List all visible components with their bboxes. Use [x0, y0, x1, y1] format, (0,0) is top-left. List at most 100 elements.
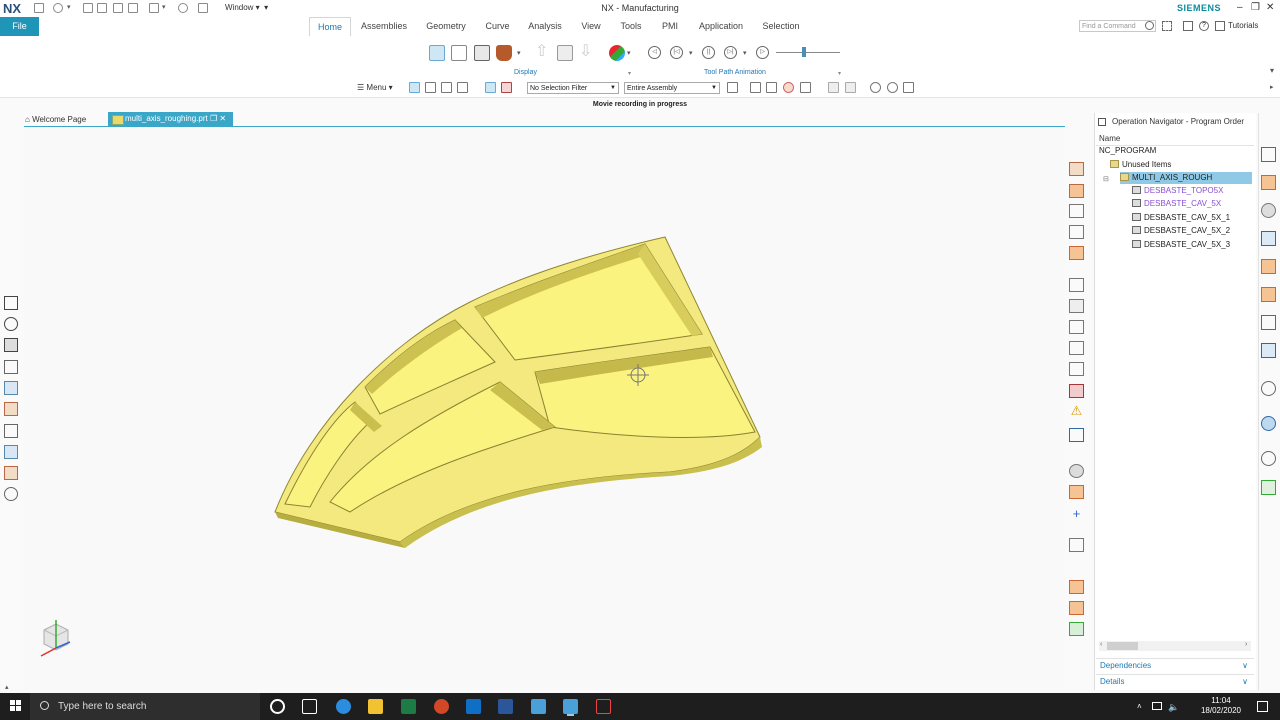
taskbar-clock[interactable]: 11:04 18/02/2020 [1198, 696, 1244, 716]
tree-item-multi-axis-rough[interactable]: MULTI_AXIS_ROUGH [1120, 172, 1252, 184]
restore-button[interactable]: ❐ [1251, 2, 1260, 13]
operation-navigator-icon[interactable] [4, 296, 18, 310]
selection-filter-select[interactable]: No Selection Filter ▼ [527, 82, 619, 94]
general-select-icon[interactable] [727, 82, 738, 93]
touch-mode-dropdown-icon[interactable]: ▾ [162, 3, 168, 13]
hd3d-tools-icon[interactable] [1261, 343, 1276, 358]
display-table-icon[interactable] [474, 45, 490, 61]
undo-icon[interactable] [53, 3, 63, 13]
display-dropdown-icon[interactable]: ▾ [517, 49, 521, 57]
postprocess-icon[interactable] [4, 466, 18, 480]
left-toolbar-expand-icon[interactable]: ▴ [5, 683, 9, 691]
warning-icon[interactable]: ⚠ [1069, 404, 1084, 418]
tab-curve[interactable]: Curve [481, 17, 514, 36]
show-ipw-icon[interactable] [4, 487, 18, 501]
select-filter-icon[interactable] [409, 82, 420, 93]
window-icon[interactable] [198, 3, 208, 13]
snap-point-icon[interactable] [766, 82, 777, 93]
roles-icon[interactable] [1261, 480, 1276, 495]
tree-item-operation[interactable]: DESBASTE_TOPO5X [1132, 185, 1223, 197]
repeat-command-icon[interactable] [83, 3, 93, 13]
create-tool-icon[interactable] [4, 381, 18, 395]
cortana-icon[interactable] [270, 699, 285, 714]
fast-forward-icon[interactable]: ▷| [724, 46, 737, 59]
machine-tool-navigator-icon[interactable] [1261, 259, 1276, 274]
task-view-icon[interactable] [302, 699, 317, 714]
create-tool-icon[interactable] [1069, 184, 1084, 198]
snap-body-icon[interactable] [845, 82, 856, 93]
window-menu[interactable]: Window ▾ ▾ [225, 3, 268, 12]
navigator-column-name[interactable]: Name [1099, 134, 1120, 143]
paste-icon[interactable] [128, 3, 138, 13]
machine-tool-view-icon[interactable] [441, 82, 452, 93]
close-tab-icon[interactable]: ✕ [219, 114, 226, 123]
add-point-icon[interactable]: + [1069, 507, 1084, 521]
edit-object-icon[interactable] [1069, 341, 1084, 355]
volume-icon[interactable]: 🔈 [1168, 702, 1179, 713]
outlook-icon[interactable] [466, 699, 481, 714]
scroll-right-icon[interactable]: › [1245, 641, 1247, 648]
tool-path-display-icon[interactable] [429, 45, 445, 61]
edge-icon[interactable] [336, 699, 351, 714]
snap-mid-icon[interactable] [800, 82, 811, 93]
pause-icon[interactable]: || [702, 46, 715, 59]
selection-scope-select[interactable]: Entire Assembly ▼ [624, 82, 720, 94]
create-geometry-icon[interactable] [4, 402, 18, 416]
selection-bar-expand-icon[interactable]: ▸ [1270, 83, 1274, 91]
save-icon[interactable] [34, 3, 44, 13]
undo-dropdown-icon[interactable]: ▾ [67, 3, 73, 13]
check-icon[interactable] [1069, 622, 1084, 636]
fullscreen-icon[interactable] [1162, 21, 1172, 31]
show-hide-icon[interactable] [870, 82, 881, 93]
create-program-icon[interactable] [4, 360, 18, 374]
part-model[interactable] [270, 232, 765, 550]
taskbar-search-input[interactable]: Type here to search [30, 693, 260, 720]
excel-icon[interactable] [401, 699, 416, 714]
part-navigator-icon[interactable] [1261, 203, 1276, 218]
web-browser-icon[interactable] [1261, 381, 1276, 396]
move-down-icon[interactable]: ⇩ [579, 44, 595, 61]
color-display-icon[interactable] [609, 45, 625, 61]
tree-item-operation[interactable]: DESBASTE_CAV_5X_1 [1132, 212, 1230, 224]
app-icon[interactable] [596, 699, 611, 714]
layers-icon[interactable] [557, 45, 573, 61]
verify-icon[interactable] [1069, 384, 1084, 398]
nx-active-icon[interactable] [563, 699, 578, 714]
windows-start-icon[interactable] [10, 700, 22, 712]
collapse-icon[interactable]: ⊟ [1103, 175, 1109, 183]
network-icon[interactable] [1152, 702, 1162, 710]
tree-item-operation[interactable]: DESBASTE_CAV_5X [1132, 198, 1221, 210]
display-group-expand-icon[interactable]: ▾ [628, 70, 631, 77]
tab-tools[interactable]: Tools [616, 17, 646, 36]
tab-view[interactable]: View [576, 17, 606, 36]
create-method-icon[interactable] [1069, 225, 1084, 239]
tray-chevron-icon[interactable]: ˄ [1137, 702, 1142, 711]
list-tool-path-icon[interactable] [1069, 320, 1084, 334]
simulate-machine-icon[interactable] [4, 338, 18, 352]
touch-mode-icon[interactable] [149, 3, 159, 13]
tree-item-operation[interactable]: DESBASTE_CAV_5X_3 [1132, 239, 1230, 251]
tree-item-operation[interactable]: DESBASTE_CAV_5X_2 [1132, 225, 1230, 237]
edit-display-icon[interactable] [1069, 362, 1084, 376]
menu-button[interactable]: ☰ Menu ▾ [357, 83, 393, 92]
step-back-icon[interactable]: ◁ [648, 46, 661, 59]
tutorials-label[interactable]: Tutorials [1228, 21, 1258, 30]
machining-feature-navigator-icon[interactable] [1261, 287, 1276, 302]
search-icon[interactable] [1145, 21, 1154, 30]
tab-pmi[interactable]: PMI [657, 17, 683, 36]
scrollbar-thumb[interactable] [1107, 642, 1138, 650]
tutorials-icon[interactable] [1215, 21, 1225, 31]
tab-analysis[interactable]: Analysis [525, 17, 565, 36]
constraint-navigator-icon[interactable] [1261, 175, 1276, 190]
create-geometry-icon[interactable] [1069, 204, 1084, 218]
tab-home[interactable]: Home [309, 17, 351, 36]
copy-icon[interactable] [113, 3, 123, 13]
create-operation-icon[interactable] [1069, 246, 1084, 260]
rewind-dropdown-icon[interactable]: ▾ [689, 49, 693, 57]
play-icon[interactable]: ▷ [756, 46, 769, 59]
scroll-left-icon[interactable]: ‹ [1100, 641, 1102, 648]
tab-application[interactable]: Application [694, 17, 748, 36]
tab-geometry[interactable]: Geometry [422, 17, 470, 36]
close-button[interactable]: ✕ [1266, 2, 1274, 13]
tab-assemblies[interactable]: Assemblies [358, 17, 410, 36]
